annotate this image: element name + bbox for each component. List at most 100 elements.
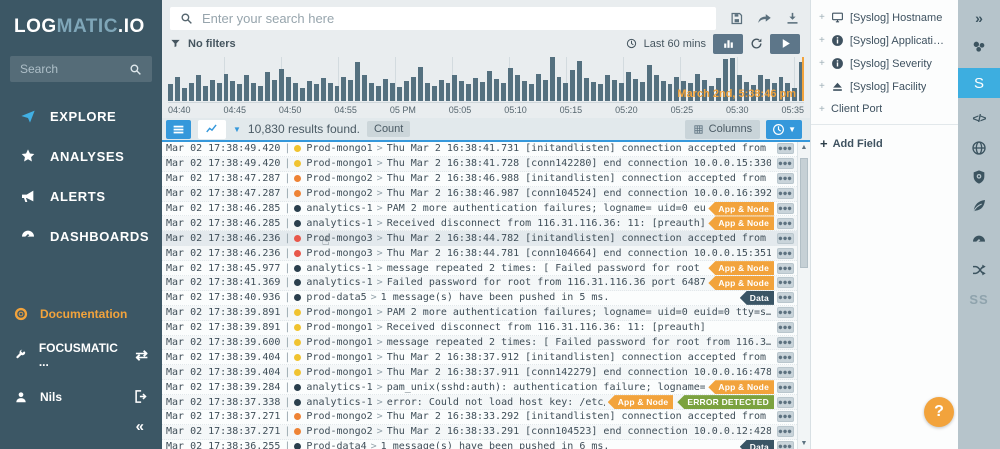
- row-more-button[interactable]: ●●●: [777, 158, 794, 169]
- log-badges: App & Node: [708, 380, 774, 394]
- table-row[interactable]: Mar 02 17:38:37.271|Prod-mongo2>Thu Mar …: [162, 410, 797, 425]
- field-item-client-port[interactable]: +Client Port: [811, 98, 958, 120]
- columns-button[interactable]: Columns: [685, 120, 760, 139]
- table-row[interactable]: Mar 02 17:38:39.404|Prod-mongo1>Thu Mar …: [162, 350, 797, 365]
- row-more-button[interactable]: ●●●: [777, 233, 794, 244]
- table-scrollbar[interactable]: ▲ ▼: [797, 142, 810, 449]
- shield-icon[interactable]: [971, 169, 987, 185]
- row-more-button[interactable]: ●●●: [777, 263, 794, 274]
- row-more-button[interactable]: ●●●: [777, 188, 794, 199]
- table-row[interactable]: Mar 02 17:38:46.236|Prod-mongo3>Thu Mar …: [162, 231, 797, 246]
- row-more-button[interactable]: ●●●: [777, 203, 794, 214]
- chart-view-button[interactable]: [198, 120, 226, 139]
- ss-source-tab[interactable]: SS: [969, 291, 988, 307]
- sidebar-item-analyses[interactable]: ANALYSES: [0, 136, 162, 176]
- histogram-toggle-button[interactable]: [713, 34, 743, 54]
- row-more-button[interactable]: ●●●: [777, 322, 794, 333]
- log-volume-histogram[interactable]: March 2nd, 5:38:46 pm 04:4004:4504:5004:…: [166, 57, 806, 115]
- row-more-button[interactable]: ●●●: [777, 292, 794, 303]
- row-more-button[interactable]: ●●●: [777, 307, 794, 318]
- sidebar-search-input[interactable]: [20, 62, 129, 76]
- table-row[interactable]: Mar 02 17:38:37.338|analytics-1>error: C…: [162, 395, 797, 410]
- row-more-button[interactable]: ●●●: [777, 337, 794, 348]
- play-live-button[interactable]: [770, 34, 800, 54]
- gauge-icon[interactable]: [971, 233, 987, 249]
- row-more-button[interactable]: ●●●: [777, 382, 794, 393]
- history-dropdown-button[interactable]: ▼: [766, 120, 802, 139]
- row-more-button[interactable]: ●●●: [777, 411, 794, 422]
- row-more-button[interactable]: ●●●: [777, 218, 794, 229]
- share-icon[interactable]: [757, 11, 772, 26]
- sidebar-footer-item-focusmatic[interactable]: FOCUSMATIC ...⇄: [0, 331, 162, 379]
- row-more-button[interactable]: ●●●: [777, 426, 794, 437]
- sidebar-search[interactable]: [10, 56, 152, 82]
- scroll-down-icon[interactable]: ▼: [798, 440, 810, 447]
- no-filters-label[interactable]: No filters: [188, 38, 236, 50]
- refresh-icon[interactable]: [750, 37, 763, 50]
- row-more-button[interactable]: ●●●: [777, 352, 794, 363]
- table-row[interactable]: Mar 02 17:38:36.255|Prod-data4>1 message…: [162, 440, 797, 449]
- list-icon: [172, 123, 185, 136]
- row-more-button[interactable]: ●●●: [777, 441, 794, 449]
- table-row[interactable]: Mar 02 17:38:39.600|Prod-mongo1>message …: [162, 336, 797, 351]
- download-icon[interactable]: [785, 11, 800, 26]
- table-row[interactable]: Mar 02 17:38:39.891|Prod-mongo1>Received…: [162, 321, 797, 336]
- table-row[interactable]: Mar 02 17:38:49.420|Prod-mongo1>Thu Mar …: [162, 157, 797, 172]
- save-icon[interactable]: [729, 11, 744, 26]
- table-row[interactable]: Mar 02 17:38:39.891|Prod-mongo1>PAM 2 mo…: [162, 306, 797, 321]
- row-more-button[interactable]: ●●●: [777, 277, 794, 288]
- row-more-button[interactable]: ●●●: [777, 248, 794, 259]
- sidebar-item-alerts[interactable]: ALERTS: [0, 176, 162, 216]
- field-item--syslog-application-n-[interactable]: +[Syslog] Application N...: [811, 29, 958, 52]
- shuffle-icon[interactable]: [971, 262, 987, 278]
- row-more-button[interactable]: ●●●: [777, 143, 794, 154]
- sidebar-footer-item-documentation[interactable]: Documentation: [0, 297, 162, 331]
- log-hostname: analytics-1: [306, 218, 372, 229]
- table-row[interactable]: Mar 02 17:38:39.404|Prod-mongo1>Thu Mar …: [162, 365, 797, 380]
- table-row[interactable]: Mar 02 17:38:47.287|Prod-mongo2>Thu Mar …: [162, 172, 797, 187]
- table-row[interactable]: Mar 02 17:38:47.287|Prod-mongo2>Thu Mar …: [162, 187, 797, 202]
- list-view-button[interactable]: [166, 120, 191, 139]
- table-row[interactable]: Mar 02 17:38:46.285|analytics-1>Received…: [162, 216, 797, 231]
- leaf-icon[interactable]: [971, 198, 987, 214]
- table-row[interactable]: Mar 02 17:38:45.977|analytics-1>message …: [162, 261, 797, 276]
- swap-icon[interactable]: ⇄: [135, 346, 148, 364]
- expand-panel-button[interactable]: »: [975, 10, 983, 26]
- sidebar-item-explore[interactable]: EXPLORE: [0, 96, 162, 136]
- histogram-bar: [619, 83, 624, 101]
- table-row[interactable]: Mar 02 17:38:37.271|Prod-mongo2>Thu Mar …: [162, 425, 797, 440]
- globe-icon[interactable]: [971, 140, 987, 156]
- count-pill[interactable]: Count: [367, 121, 410, 137]
- table-row[interactable]: Mar 02 17:38:39.284|analytics-1>pam_unix…: [162, 380, 797, 395]
- histogram-bar: [217, 83, 222, 101]
- pipe-separator: |: [280, 203, 294, 214]
- scroll-up-icon[interactable]: ▲: [798, 144, 810, 151]
- table-row[interactable]: Mar 02 17:38:46.285|analytics-1>PAM 2 mo…: [162, 202, 797, 217]
- log-search-field[interactable]: [170, 7, 716, 30]
- severity-dot-dark: [294, 279, 301, 286]
- help-button[interactable]: ?: [924, 397, 954, 427]
- table-row[interactable]: Mar 02 17:38:49.420|Prod-mongo1>Thu Mar …: [162, 142, 797, 157]
- syslog-source-tab[interactable]: S: [958, 68, 1000, 98]
- field-item--syslog-severity[interactable]: +[Syslog] Severity: [811, 52, 958, 75]
- cluster-icon[interactable]: [971, 39, 987, 55]
- table-row[interactable]: Mar 02 17:38:41.369|analytics-1>Failed p…: [162, 276, 797, 291]
- sidebar-footer-item-nils[interactable]: Nils: [0, 379, 162, 414]
- scrollbar-thumb[interactable]: [800, 158, 808, 268]
- logout-icon[interactable]: [133, 389, 148, 404]
- field-item--syslog-facility[interactable]: +[Syslog] Facility: [811, 75, 958, 98]
- row-more-button[interactable]: ●●●: [777, 173, 794, 184]
- log-search-input[interactable]: [202, 11, 706, 26]
- time-tick-label: 04:50: [279, 105, 302, 115]
- sidebar-item-dashboards[interactable]: DASHBOARDS: [0, 216, 162, 256]
- table-row[interactable]: Mar 02 17:38:46.236|Prod-mongo3>Thu Mar …: [162, 246, 797, 261]
- time-range-selector[interactable]: Last 60 mins: [644, 38, 706, 50]
- table-row[interactable]: Mar 02 17:38:40.936|prod-data5>1 message…: [162, 291, 797, 306]
- row-more-button[interactable]: ●●●: [777, 397, 794, 408]
- add-field-button[interactable]: + Add Field: [811, 129, 958, 158]
- chevron-down-icon[interactable]: ▼: [233, 125, 241, 134]
- field-item--syslog-hostname[interactable]: +[Syslog] Hostname: [811, 6, 958, 29]
- code-icon[interactable]: </>: [973, 111, 986, 127]
- row-more-button[interactable]: ●●●: [777, 367, 794, 378]
- collapse-sidebar-button[interactable]: «: [0, 414, 162, 449]
